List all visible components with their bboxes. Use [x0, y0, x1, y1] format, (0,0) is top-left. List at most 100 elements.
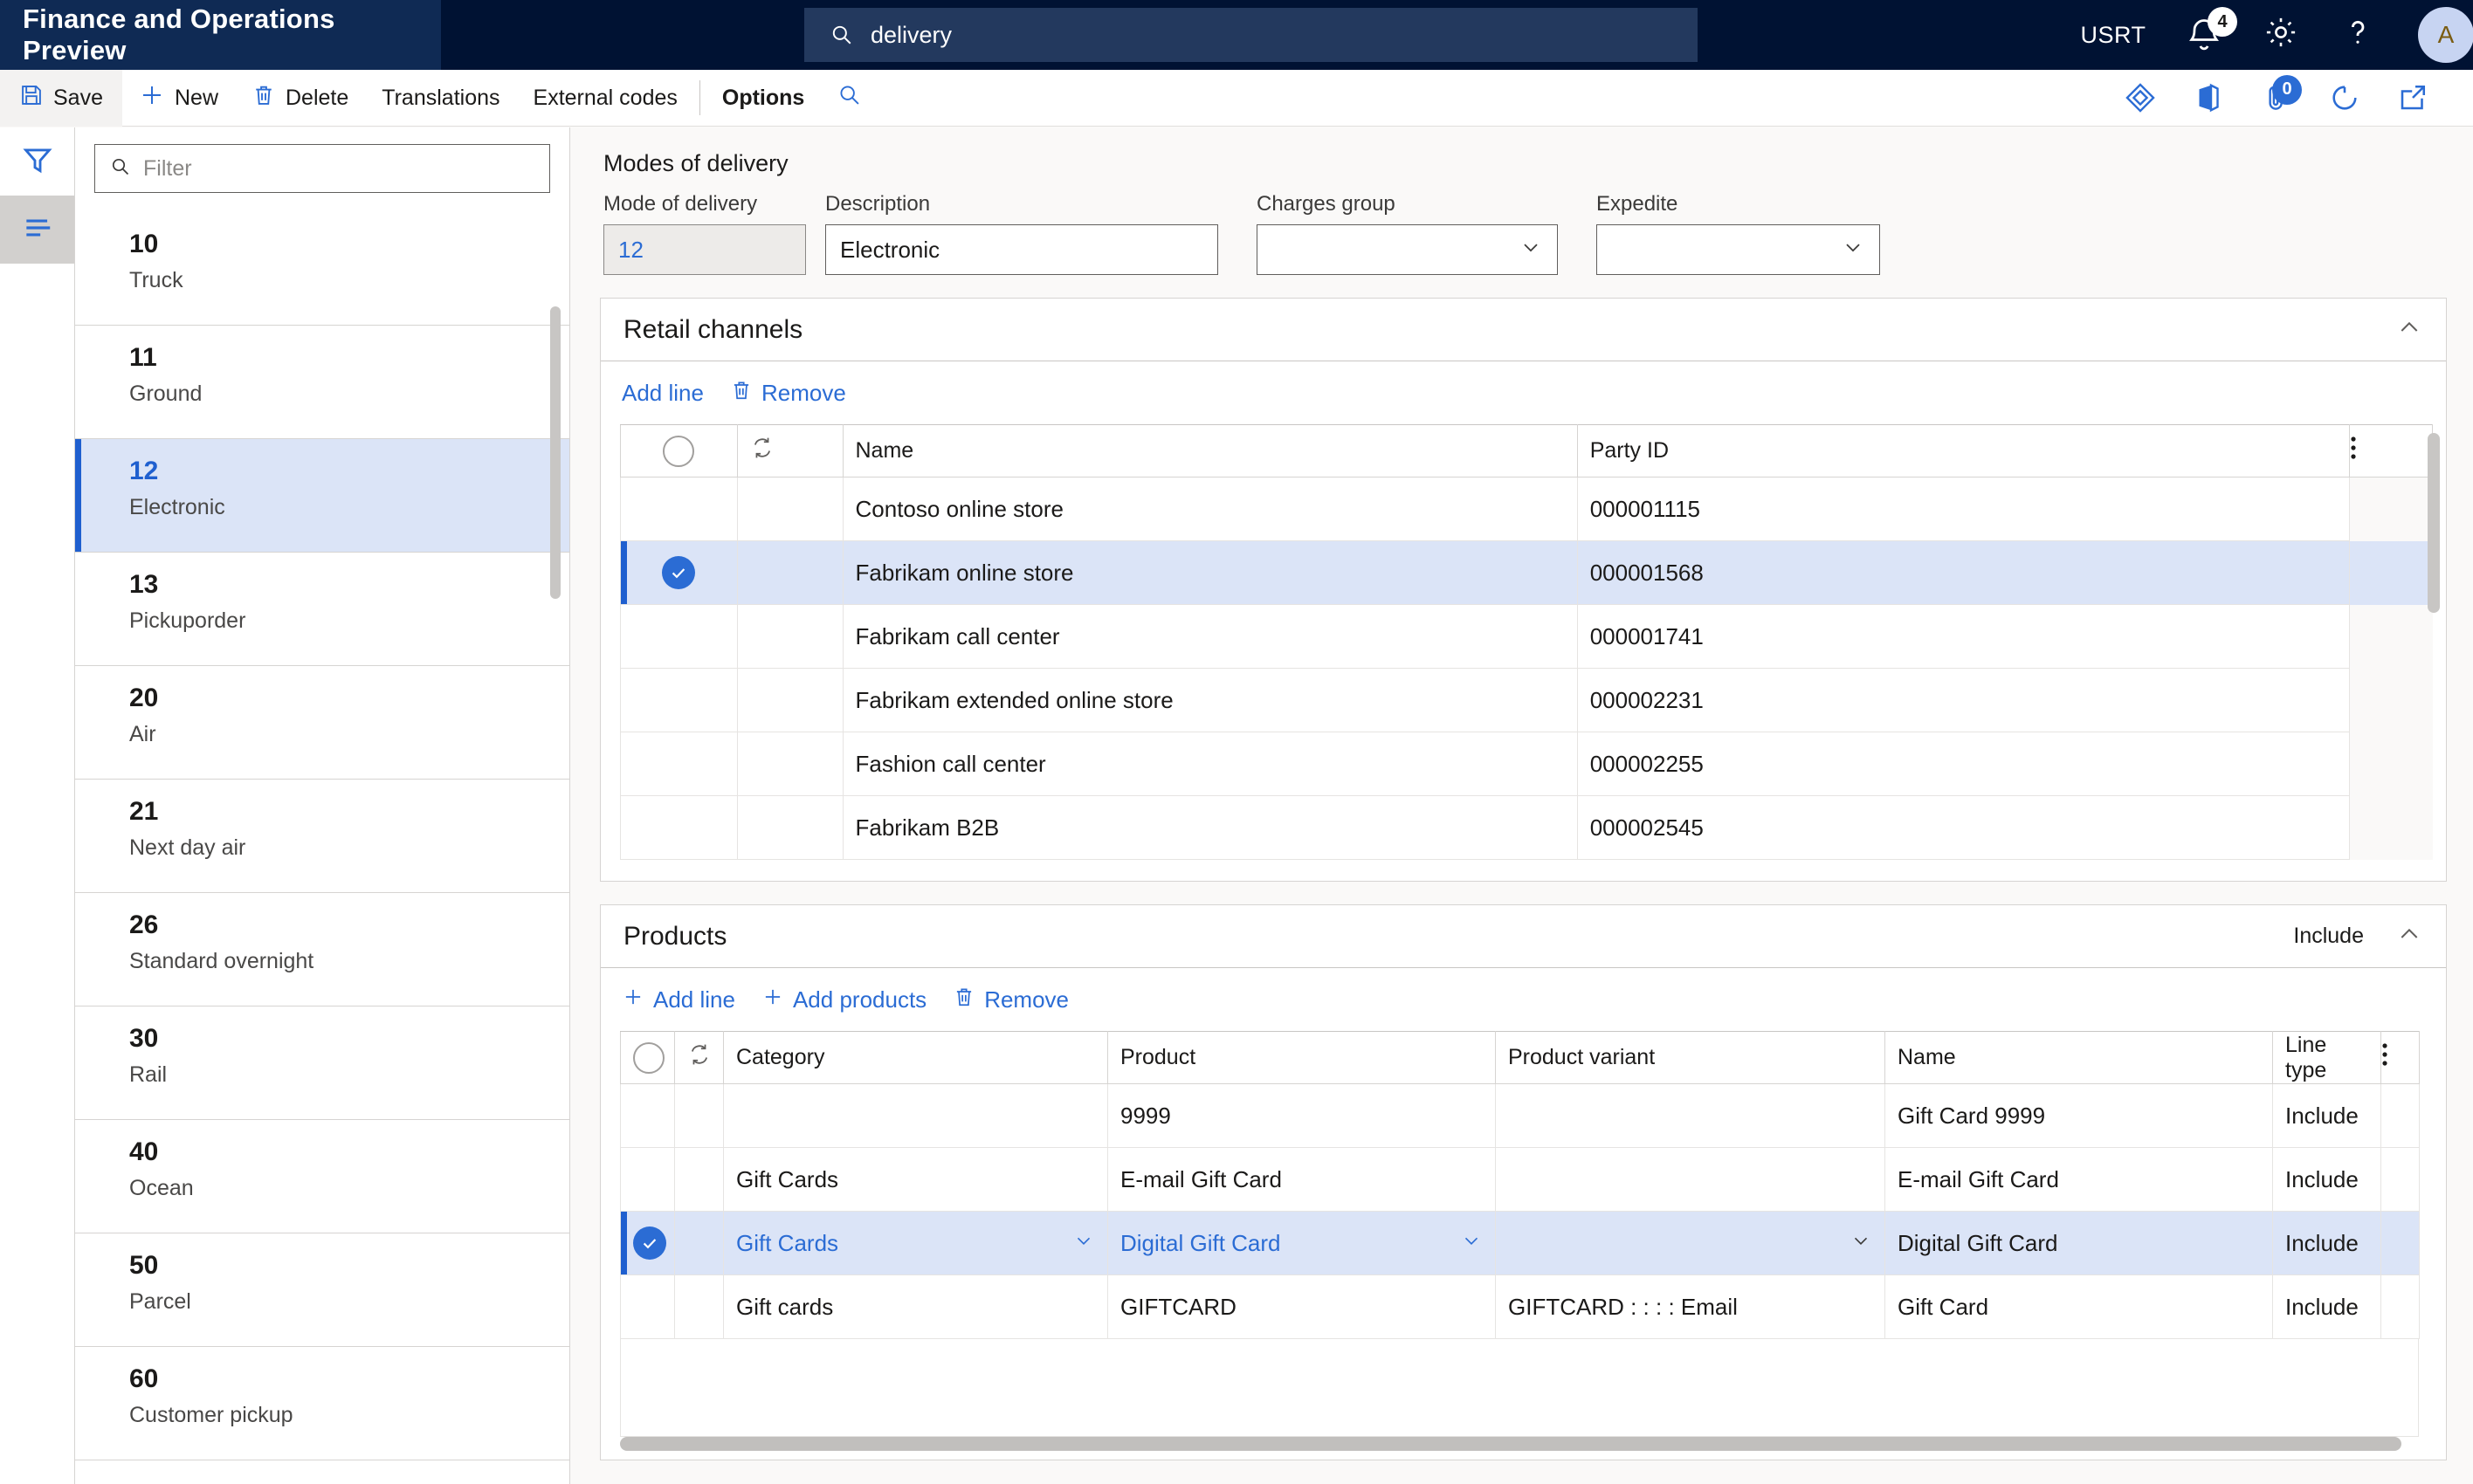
products-add-products-button[interactable]: Add products: [761, 986, 927, 1014]
products-cell-category-editable[interactable]: Gift Cards: [723, 1211, 1108, 1275]
attachment-icon[interactable]: 0: [2242, 70, 2311, 127]
row-select-cell[interactable]: [620, 795, 738, 860]
open-in-new-window-icon[interactable]: [2379, 70, 2447, 127]
list-item[interactable]: 50 Parcel: [75, 1233, 569, 1347]
products-cell-line-type[interactable]: Include: [2272, 1147, 2381, 1212]
retail-cell-party-id[interactable]: 000001741: [1576, 604, 2351, 669]
list-item[interactable]: 11 Ground: [75, 326, 569, 439]
notifications-button[interactable]: 4: [2166, 0, 2242, 70]
retail-cell-party-id[interactable]: 000001568: [1576, 540, 2351, 605]
charges-group-select[interactable]: [1257, 224, 1558, 275]
retail-col-party-id[interactable]: Party ID: [1576, 424, 2351, 477]
products-col-category[interactable]: Category: [723, 1031, 1108, 1084]
products-cell-line-type[interactable]: Include: [2272, 1083, 2381, 1148]
row-select-cell[interactable]: [620, 1147, 675, 1212]
list-item[interactable]: 13 Pickuporder: [75, 553, 569, 666]
products-cell-name[interactable]: E-mail Gift Card: [1884, 1147, 2273, 1212]
retail-cell-name[interactable]: Fabrikam extended online store: [842, 668, 1578, 732]
list-item[interactable]: 40 Ocean: [75, 1120, 569, 1233]
power-apps-icon[interactable]: [2106, 70, 2174, 127]
products-cell-line-type[interactable]: Include: [2272, 1274, 2381, 1339]
products-add-line-button[interactable]: Add line: [622, 986, 735, 1014]
chevron-up-icon[interactable]: [2395, 920, 2423, 952]
mode-of-delivery-input[interactable]: 12: [603, 224, 806, 275]
new-button[interactable]: New: [122, 70, 235, 127]
row-select-cell[interactable]: [620, 1274, 675, 1339]
list-item[interactable]: 30 Rail: [75, 1007, 569, 1120]
products-cell-name[interactable]: Gift Card 9999: [1884, 1083, 2273, 1148]
list-item[interactable]: 26 Standard overnight: [75, 893, 569, 1007]
products-cell-name[interactable]: Gift Card: [1884, 1274, 2273, 1339]
row-select-cell[interactable]: [620, 477, 738, 541]
table-row[interactable]: Fabrikam B2B 000002545: [620, 795, 2433, 860]
table-row[interactable]: Gift Cards E-mail Gift Card E-mail Gift …: [620, 1147, 2420, 1212]
table-row[interactable]: Fabrikam call center 000001741: [620, 604, 2433, 669]
translations-button[interactable]: Translations: [365, 70, 516, 127]
company-selector[interactable]: USRT: [2061, 0, 2166, 70]
filter-pane-button[interactable]: [0, 127, 74, 196]
list-item[interactable]: 20 Air: [75, 666, 569, 780]
retail-cell-name[interactable]: Fabrikam B2B: [842, 795, 1578, 860]
list-pane-button[interactable]: [0, 196, 74, 264]
retail-column-options-button[interactable]: [2349, 424, 2433, 477]
products-cell-variant[interactable]: [1495, 1147, 1885, 1212]
products-cell-category[interactable]: Gift cards: [723, 1274, 1108, 1339]
row-select-cell[interactable]: [620, 668, 738, 732]
products-cell-variant[interactable]: [1495, 1083, 1885, 1148]
products-cell-product-editable[interactable]: Digital Gift Card: [1107, 1211, 1496, 1275]
row-select-cell[interactable]: [620, 1211, 675, 1275]
list-pane-scrollbar[interactable]: [550, 306, 561, 599]
products-col-product-variant[interactable]: Product variant: [1495, 1031, 1885, 1084]
retail-add-line-button[interactable]: Add line: [622, 380, 704, 407]
row-select-cell[interactable]: [620, 732, 738, 796]
chevron-down-icon[interactable]: [1072, 1229, 1095, 1258]
retail-cell-name[interactable]: Fashion call center: [842, 732, 1578, 796]
retail-remove-button[interactable]: Remove: [730, 379, 846, 408]
delete-button[interactable]: Delete: [235, 70, 365, 127]
table-row[interactable]: Fashion call center 000002255: [620, 732, 2433, 796]
retail-cell-party-id[interactable]: 000001115: [1576, 477, 2351, 541]
global-search-box[interactable]: delivery: [804, 8, 1698, 62]
save-button[interactable]: Save: [0, 69, 122, 127]
table-row-selected[interactable]: Gift Cards Digital Gift Card Digital Gif…: [620, 1211, 2420, 1275]
table-row[interactable]: Contoso online store 000001115: [620, 477, 2433, 541]
products-cell-variant[interactable]: GIFTCARD : : : : Email: [1495, 1274, 1885, 1339]
products-cell-category[interactable]: Gift Cards: [723, 1147, 1108, 1212]
refresh-icon[interactable]: [2311, 70, 2379, 127]
options-button[interactable]: Options: [706, 70, 821, 127]
retail-channels-header[interactable]: Retail channels: [601, 299, 2446, 361]
toolbar-search-button[interactable]: [821, 70, 878, 127]
retail-cell-name[interactable]: Contoso online store: [842, 477, 1578, 541]
retail-cell-name[interactable]: Fabrikam online store: [842, 540, 1578, 605]
retail-cell-party-id[interactable]: 000002231: [1576, 668, 2351, 732]
products-grid-horizontal-scrollbar[interactable]: [620, 1437, 2401, 1451]
row-select-cell[interactable]: [620, 1083, 675, 1148]
table-row-selected[interactable]: Fabrikam online store 000001568: [620, 540, 2433, 605]
help-button[interactable]: [2319, 0, 2396, 70]
table-row[interactable]: 9999 Gift Card 9999 Include: [620, 1083, 2420, 1148]
chevron-down-icon[interactable]: [1460, 1229, 1483, 1258]
table-row[interactable]: Gift cards GIFTCARD GIFTCARD : : : : Ema…: [620, 1274, 2420, 1339]
row-select-cell[interactable]: [620, 540, 738, 605]
products-cell-product[interactable]: 9999: [1107, 1083, 1496, 1148]
list-item[interactable]: 21 Next day air: [75, 780, 569, 893]
chevron-up-icon[interactable]: [2395, 313, 2423, 346]
products-column-options-button[interactable]: [2380, 1031, 2420, 1084]
products-cell-name[interactable]: Digital Gift Card: [1884, 1211, 2273, 1275]
select-all-header[interactable]: [620, 1031, 675, 1084]
settings-button[interactable]: [2242, 0, 2319, 70]
retail-col-name[interactable]: Name: [842, 424, 1578, 477]
list-item-selected[interactable]: 12 Electronic: [75, 439, 569, 553]
table-row[interactable]: Fabrikam extended online store 000002231: [620, 668, 2433, 732]
products-cell-line-type[interactable]: Include: [2272, 1211, 2381, 1275]
products-col-product[interactable]: Product: [1107, 1031, 1496, 1084]
row-refresh-header[interactable]: [674, 1031, 724, 1084]
products-header[interactable]: Products Include: [601, 905, 2446, 968]
list-item[interactable]: 10 Truck: [75, 212, 569, 326]
products-cell-variant-editable[interactable]: [1495, 1211, 1885, 1275]
chevron-down-icon[interactable]: [1850, 1229, 1872, 1258]
row-select-cell[interactable]: [620, 604, 738, 669]
user-account-button[interactable]: A: [2396, 0, 2473, 70]
description-input[interactable]: Electronic: [825, 224, 1218, 275]
office-apps-icon[interactable]: [2174, 70, 2242, 127]
